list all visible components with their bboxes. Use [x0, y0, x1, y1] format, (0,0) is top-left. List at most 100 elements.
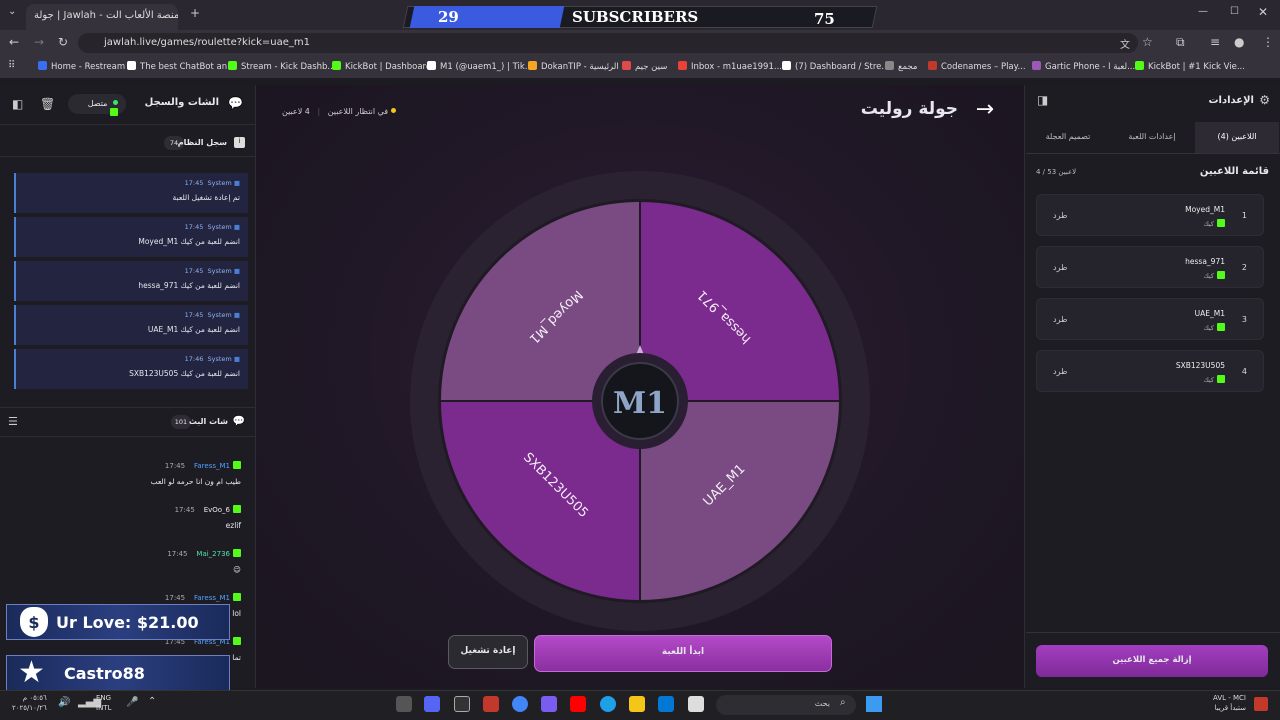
- search-icon: ⌕: [840, 697, 846, 708]
- bookmark-item[interactable]: KickBot | #1 Kick Vie...: [1135, 61, 1245, 72]
- store-icon[interactable]: [658, 696, 674, 712]
- bookmark-item[interactable]: Codenames – Play...: [928, 61, 1026, 72]
- log-sender: System: [207, 355, 232, 363]
- mic-icon[interactable]: 🎤: [126, 697, 138, 708]
- url-field[interactable]: jawlah.live/games/roulette?kick=uae_m1: [78, 33, 1138, 53]
- streamer-app-icon[interactable]: [483, 696, 499, 712]
- close-icon[interactable]: ✕: [1258, 5, 1268, 19]
- speaker-icon[interactable]: 🔊: [58, 697, 70, 708]
- kick-icon: [1217, 375, 1225, 383]
- player-card: 3 UAE_M1 كيك طرد: [1036, 298, 1264, 340]
- sports-icon: [1254, 697, 1268, 711]
- search-bar[interactable]: بحث: [716, 695, 856, 715]
- status-dot: [113, 100, 118, 105]
- chat-panel-title: الشات والسجل: [144, 97, 219, 108]
- profile-icon[interactable]: ●: [1234, 35, 1244, 49]
- minimize-icon[interactable]: —: [1198, 6, 1208, 17]
- player-name: SXB123U505: [1175, 361, 1225, 370]
- youtube-icon[interactable]: [570, 696, 586, 712]
- tab-game-settings[interactable]: إعدادات اللعبة: [1110, 122, 1194, 153]
- bookmark-label: DokanTIP - الرئيسية: [541, 62, 619, 72]
- info-icon: i: [234, 137, 245, 148]
- status-text: متصل: [87, 99, 108, 108]
- extensions-icon[interactable]: ⧉: [1176, 35, 1185, 50]
- translate-icon[interactable]: 文: [1120, 36, 1130, 51]
- taskbar-app-icon[interactable]: [396, 696, 412, 712]
- chrome-icon[interactable]: [512, 696, 528, 712]
- players-list-count: 4 / 53 لاعبين: [1036, 168, 1077, 176]
- chat-text: 😉: [233, 565, 241, 574]
- discord-icon[interactable]: [424, 696, 440, 712]
- maximize-icon[interactable]: ☐: [1230, 6, 1239, 17]
- settings-title: الإعدادات: [1208, 95, 1254, 106]
- kick-player-button[interactable]: طرد: [1053, 367, 1067, 376]
- bookmark-item[interactable]: (7) Dashboard / Stre...: [782, 61, 890, 72]
- collapse-panel-icon[interactable]: ◧: [12, 97, 23, 111]
- new-tab-icon[interactable]: +: [190, 6, 200, 20]
- chat-user[interactable]: Mai_2736: [196, 550, 230, 558]
- player-number: 4: [1241, 367, 1247, 376]
- waiting-text: في انتظار اللاعبين: [327, 107, 389, 116]
- trash-icon[interactable]: 🗑: [40, 97, 55, 111]
- kick-player-button[interactable]: طرد: [1053, 211, 1067, 220]
- menu-icon[interactable]: ⋮: [1262, 35, 1274, 49]
- file-explorer-icon[interactable]: [629, 696, 645, 712]
- back-arrow-icon[interactable]: →: [976, 97, 994, 122]
- log-sender: System: [207, 267, 232, 275]
- star-icon[interactable]: ☆: [1142, 35, 1153, 49]
- bookmark-label: Home - Restream: [51, 62, 126, 72]
- bookmark-item[interactable]: مجمع: [885, 61, 917, 72]
- reading-list-icon[interactable]: ≡: [1210, 35, 1220, 49]
- filter-icon[interactable]: ☰: [8, 415, 18, 428]
- edge-icon[interactable]: [600, 696, 616, 712]
- player-platform: كيك: [1203, 272, 1214, 280]
- collapse-panel-icon[interactable]: ◨: [1037, 93, 1048, 107]
- restart-button[interactable]: إعادة تشغيل: [448, 635, 528, 669]
- bookmark-icon: [127, 61, 136, 70]
- bookmark-item[interactable]: KickBot | Dashboard: [332, 61, 431, 72]
- windows-start-icon[interactable]: [866, 696, 882, 712]
- reload-icon[interactable]: ↻: [58, 35, 68, 49]
- remove-all-players-button[interactable]: إزالة جميع اللاعبين: [1036, 645, 1268, 677]
- chat-message: 17:45 Mai_2736 😉: [167, 549, 241, 574]
- bookmark-item[interactable]: M1 (@uaem1_) | Tik...: [427, 61, 533, 72]
- bookmark-item[interactable]: DokanTIP - الرئيسية: [528, 61, 619, 72]
- bookmark-item[interactable]: Stream - Kick Dashb...: [228, 61, 336, 72]
- roulette-wheel[interactable]: hessa_971UAE_M1SXB123U505Moyed_M1 M1: [408, 169, 872, 633]
- chat-user[interactable]: EvOo_6: [204, 506, 230, 514]
- obs-icon[interactable]: [454, 696, 470, 712]
- tab-search-icon[interactable]: ⌄: [8, 6, 16, 17]
- task-view-icon[interactable]: [688, 696, 704, 712]
- bookmark-item[interactable]: سين جيم: [622, 61, 667, 72]
- clock[interactable]: ٠٥:٥٦ م ٢٠٢٥/١٠/٢٦: [12, 693, 47, 713]
- kick-player-button[interactable]: طرد: [1053, 263, 1067, 272]
- subscribers-progress: [409, 6, 565, 28]
- system-log-item: 17:46 System ■ SXB123U505 انضم للعبة من …: [14, 349, 248, 389]
- log-time: 17:45: [184, 311, 204, 319]
- tray-expand-icon[interactable]: ⌃: [148, 696, 156, 707]
- chat-user[interactable]: Faress_M1: [194, 462, 230, 470]
- kick-player-button[interactable]: طرد: [1053, 315, 1067, 324]
- donation-text: Ur Love: $21.00: [56, 613, 199, 632]
- address-bar-row: ← → ↻ jawlah.live/games/roulette?kick=ua…: [0, 30, 1280, 56]
- bookmark-item[interactable]: Gartic Phone - لعبة ا...: [1032, 61, 1135, 72]
- browser-tab[interactable]: جولة | Jawlah - منصة الألعاب الت...: [26, 4, 178, 30]
- apps-icon[interactable]: ⠿: [8, 60, 15, 71]
- tab-players[interactable]: اللاعبين (4): [1195, 122, 1279, 153]
- bookmark-item[interactable]: Inbox - m1uae1991...: [678, 61, 782, 72]
- weather-widget[interactable]: AVL - MCI ستبدأ قريبا: [1213, 693, 1246, 713]
- bookmark-item[interactable]: The best ChatBot an...: [127, 61, 235, 72]
- start-game-button[interactable]: ابدأ اللعبة: [534, 635, 832, 672]
- chat-log-panel: ◧ 🗑 متصل الشات والسجل 💬 74 سجل النظام i …: [0, 85, 256, 688]
- player-card: 2 hessa_971 كيك طرد: [1036, 246, 1264, 288]
- bookmark-item[interactable]: Home - Restream: [38, 61, 125, 72]
- back-icon[interactable]: ←: [9, 35, 19, 49]
- player-platform: كيك: [1203, 376, 1214, 384]
- chat-user[interactable]: Faress_M1: [194, 594, 230, 602]
- copilot-icon[interactable]: [541, 696, 557, 712]
- tab-wheel-design[interactable]: تصميم العجلة: [1026, 122, 1110, 153]
- player-name: Moyed_M1: [1185, 205, 1225, 214]
- forward-icon[interactable]: →: [34, 35, 44, 49]
- system-log-item: 17:45 System ■ UAE_M1 انضم للعبة من كيك: [14, 305, 248, 345]
- input-language[interactable]: ENG INTL: [96, 693, 111, 713]
